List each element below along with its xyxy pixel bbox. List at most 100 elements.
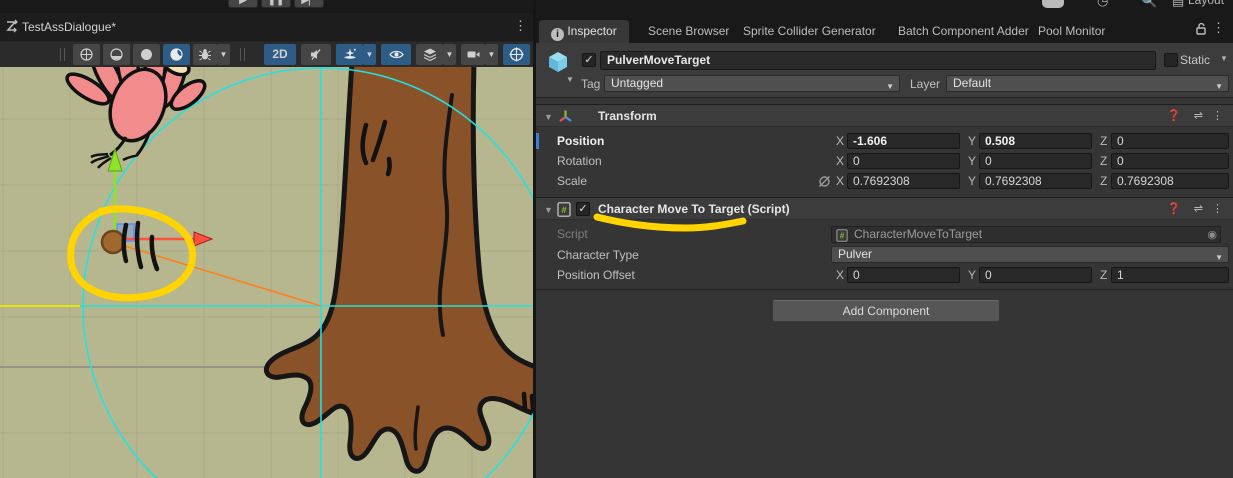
offset-y-field[interactable]: 0 [979, 267, 1092, 283]
tab-scene-browser[interactable]: Scene Browser [636, 20, 741, 43]
target-dot-sprite[interactable] [102, 231, 124, 253]
debug-draw-mode-caret[interactable]: ▼ [217, 44, 230, 65]
scale-z-field[interactable]: 0.7692308 [1111, 173, 1229, 189]
add-component-button[interactable]: Add Component [772, 300, 1000, 322]
active-checkbox[interactable]: ✓ [582, 53, 596, 67]
axis-y-label: Y [968, 134, 976, 148]
tag-label: Tag [581, 77, 600, 91]
chevron-down-icon: ▼ [1215, 250, 1223, 265]
history-icon[interactable]: ◷ [1097, 0, 1108, 9]
help-icon[interactable]: ❓ [1167, 109, 1181, 122]
component-enabled-checkbox[interactable]: ✓ [576, 202, 590, 216]
component-menu-icon[interactable]: ⋮ [1212, 109, 1223, 122]
layout-dropdown[interactable]: Layout ▼ [1188, 0, 1233, 13]
layers-caret[interactable]: ▼ [443, 44, 456, 65]
scene-pane-menu-icon[interactable]: ⋮ [514, 18, 527, 34]
lock-icon[interactable] [1195, 22, 1207, 36]
scene-visibility-button[interactable] [381, 44, 411, 65]
csharp-script-icon: # [836, 229, 848, 242]
tag-dropdown[interactable]: Untagged ▼ [604, 75, 900, 92]
chevron-down-icon: ▼ [886, 79, 894, 94]
debug-draw-mode-button[interactable] [193, 44, 217, 65]
script-value: CharacterMoveToTarget [854, 227, 982, 241]
transform-header[interactable]: ▼ Transform ❓ ⇌ ⋮ [536, 104, 1233, 127]
position-offset-label: Position Offset [557, 268, 635, 282]
component-menu-icon[interactable]: ⋮ [1212, 202, 1223, 215]
position-y-field[interactable]: 0.508 [979, 133, 1092, 149]
offset-x-field[interactable]: 0 [847, 267, 960, 283]
step-button[interactable]: ▶▏ [294, 0, 324, 8]
shading-wireframe-button[interactable] [73, 44, 100, 65]
shading-shaded-wireframe-button[interactable] [103, 44, 130, 65]
chevron-down-icon[interactable]: ▼ [566, 75, 574, 84]
layer-dropdown[interactable]: Default ▼ [946, 75, 1229, 92]
presets-icon[interactable]: ⇌ [1194, 109, 1203, 122]
position-x-field[interactable]: -1.606 [847, 133, 960, 149]
script-object-field[interactable]: # CharacterMoveToTarget ◉ [831, 226, 1221, 243]
inspector-tab-bar: i Inspector Scene Browser Sprite Collide… [536, 13, 1233, 43]
tag-value: Untagged [611, 76, 663, 90]
play-button[interactable]: ▶ [228, 0, 258, 8]
tab-sprite-collider-generator[interactable]: Sprite Collider Generator [731, 20, 888, 43]
scene-camera-caret[interactable]: ▼ [485, 44, 498, 65]
foldout-arrow-icon[interactable]: ▼ [544, 112, 553, 122]
gizmo-orbit-icon [508, 44, 525, 65]
static-checkbox[interactable] [1164, 53, 1178, 67]
scale-label: Scale [557, 174, 587, 188]
2d-toggle-button[interactable]: 2D [264, 44, 296, 65]
script-component-header[interactable]: ▼ # ✓ Character Move To Target (Script) … [536, 197, 1233, 220]
scene-canvas[interactable] [0, 67, 533, 478]
tab-batch-component-adder[interactable]: Batch Component Adder [886, 20, 1041, 43]
axis-y-label: Y [968, 174, 976, 188]
shading-shaded-button[interactable] [163, 44, 190, 65]
help-icon[interactable]: ❓ [1167, 202, 1181, 215]
foldout-arrow-icon[interactable]: ▼ [544, 205, 553, 215]
wireframe-sphere-icon [79, 44, 94, 65]
pause-button[interactable]: ❚❚ [261, 0, 291, 8]
toolbar-drag-handle[interactable] [240, 48, 245, 61]
position-z-field[interactable]: 0 [1111, 133, 1229, 149]
tab-pool-monitor[interactable]: Pool Monitor [1026, 20, 1117, 43]
script-row: Script # CharacterMoveToTarget ◉ [536, 224, 1233, 244]
search-icon[interactable]: 🔍 [1141, 0, 1157, 9]
shading-solid-button[interactable] [133, 44, 160, 65]
axis-z-label: Z [1100, 134, 1107, 148]
rotation-y-field[interactable]: 0 [979, 153, 1092, 169]
layers-button[interactable] [416, 44, 443, 65]
scene-tab-title[interactable]: TestAssDialogue* [22, 20, 116, 34]
scale-row: Scale X 0.7692308 Y 0.7692308 Z 0.769230… [536, 171, 1233, 191]
audio-toggle-button[interactable] [301, 44, 331, 65]
offset-z-field[interactable]: 1 [1111, 267, 1229, 283]
inspector-menu-icon[interactable]: ⋮ [1212, 20, 1225, 36]
cloud-icon[interactable] [1042, 0, 1064, 8]
gameobject-name-field[interactable]: PulverMoveTarget [600, 51, 1156, 70]
prefab-cube-icon[interactable] [546, 50, 570, 74]
presets-icon[interactable]: ⇌ [1194, 202, 1203, 215]
tab-inspector[interactable]: i Inspector [539, 20, 629, 43]
play-icon: ▶ [239, 0, 247, 6]
tab-label: Inspector [567, 24, 616, 38]
static-flags-caret[interactable]: ▼ [1220, 54, 1228, 63]
scale-y-field[interactable]: 0.7692308 [979, 173, 1092, 189]
effects-toggle-button[interactable] [336, 44, 363, 65]
rotation-z-field[interactable]: 0 [1111, 153, 1229, 169]
gizmos-button[interactable] [503, 44, 530, 65]
step-icon: ▶▏ [301, 0, 316, 6]
character-type-dropdown[interactable]: Pulver ▼ [831, 246, 1229, 263]
scene-camera-button[interactable] [461, 44, 485, 65]
bug-icon [198, 44, 212, 65]
scene-tab-icon [5, 19, 19, 33]
layout-grid-icon[interactable]: ▤ [1172, 0, 1184, 9]
component-title: Character Move To Target (Script) [598, 202, 790, 216]
half-sphere-icon [109, 44, 124, 65]
inspector-pane: i Inspector Scene Browser Sprite Collide… [536, 13, 1233, 478]
effects-caret[interactable]: ▼ [363, 44, 376, 65]
unlinked-scale-icon[interactable] [818, 175, 831, 188]
object-picker-icon[interactable]: ◉ [1207, 228, 1217, 243]
pane-splitter[interactable] [533, 0, 536, 478]
rotation-x-field[interactable]: 0 [847, 153, 960, 169]
scale-x-field[interactable]: 0.7692308 [847, 173, 960, 189]
position-label: Position [557, 134, 604, 148]
position-offset-row: Position Offset X 0 Y 0 Z 1 [536, 265, 1233, 285]
toolbar-drag-handle[interactable] [60, 48, 65, 61]
